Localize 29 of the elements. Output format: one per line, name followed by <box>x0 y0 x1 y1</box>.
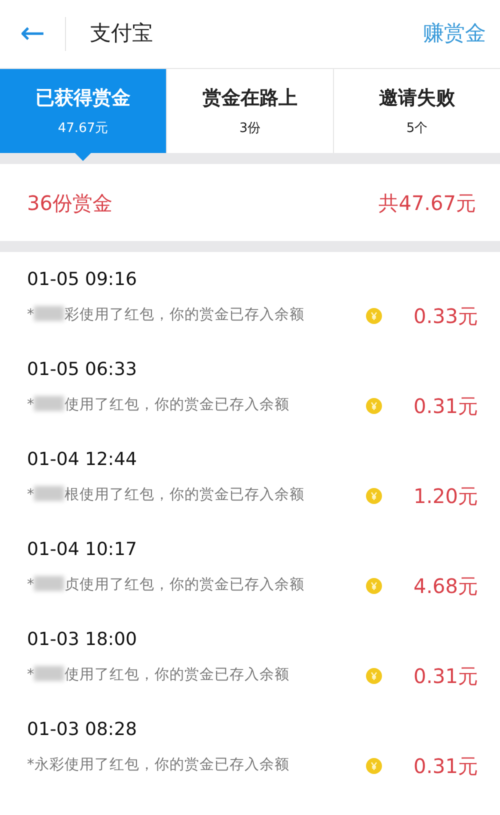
record-time: 01-04 10:17 <box>27 538 138 562</box>
coin-icon <box>366 578 382 594</box>
record-note: *永彩使用了红包，你的赏金已存入余额 <box>27 756 290 776</box>
coin-icon <box>366 308 382 324</box>
record-amount: 4.68元 <box>412 573 478 600</box>
record-amount: 1.20元 <box>412 483 478 510</box>
record-note: * 根使用了红包，你的赏金已存入余额 <box>27 485 304 506</box>
record-time: 01-04 12:44 <box>27 448 138 472</box>
record-note: * 使用了红包，你的赏金已存入余额 <box>27 395 290 416</box>
record-time: 01-05 09:16 <box>27 268 138 292</box>
coin-icon <box>366 668 382 684</box>
page-title: 支付宝 <box>90 20 154 48</box>
record-note: * 彩使用了红包，你的赏金已存入余额 <box>27 305 304 326</box>
earn-bounty-link[interactable]: 赚赏金 <box>423 18 486 50</box>
record-amount: 0.31元 <box>412 663 478 690</box>
coin-icon <box>366 488 382 504</box>
bounty-total: 共47.67元 <box>378 190 476 216</box>
record-time: 01-05 06:33 <box>27 358 138 382</box>
coin-icon <box>366 398 382 414</box>
back-button[interactable]: ← <box>20 19 46 49</box>
record-time: 01-03 18:00 <box>27 628 138 652</box>
record-time: 01-03 08:28 <box>27 718 138 742</box>
record-note: * 使用了红包，你的赏金已存入余额 <box>27 665 290 686</box>
record-amount: 0.33元 <box>412 303 478 330</box>
record-amount: 0.31元 <box>412 393 478 420</box>
bounty-count: 36份赏金 <box>27 190 112 216</box>
record-note: * 贞使用了红包，你的赏金已存入余额 <box>27 575 304 596</box>
record-amount: 0.31元 <box>412 753 478 780</box>
coin-icon <box>366 758 382 774</box>
